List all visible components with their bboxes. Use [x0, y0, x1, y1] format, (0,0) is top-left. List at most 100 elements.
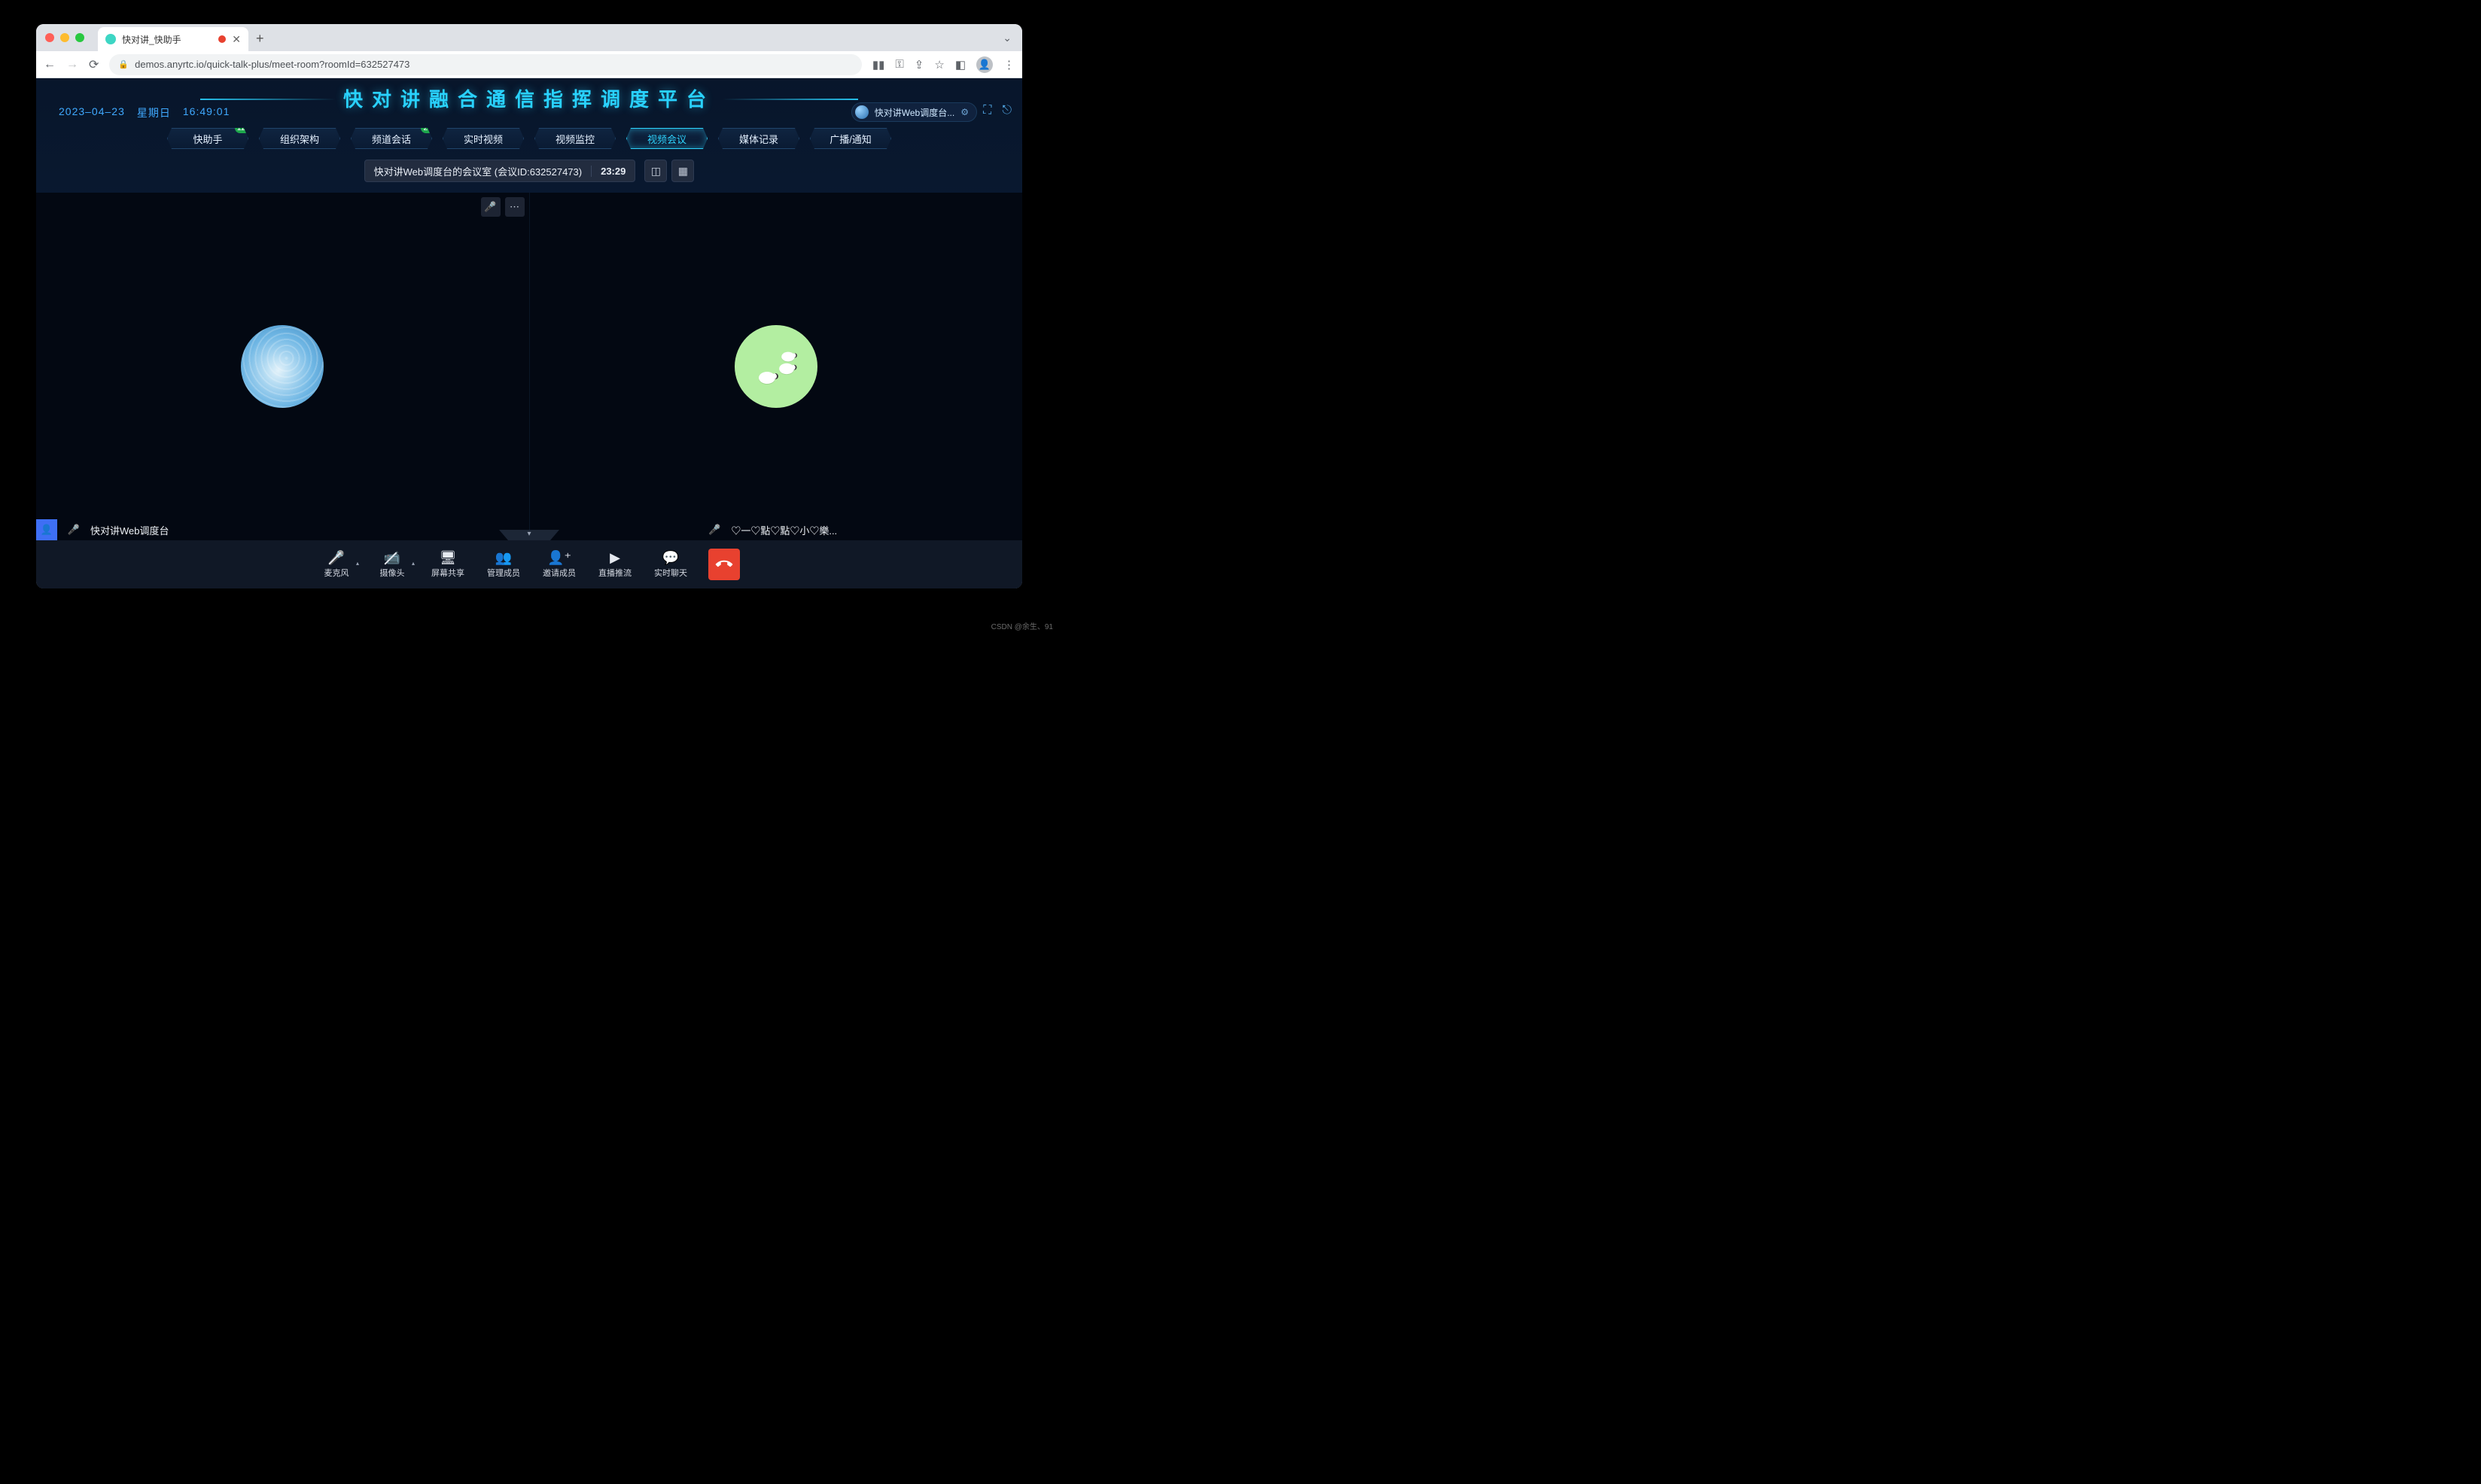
app-header: 2023–04–23 星期日 16:49:01 快对讲融合通信指挥调度平台 快对… — [36, 78, 1022, 149]
control-label: 邀请成员 — [543, 567, 576, 579]
layout-sidebar-icon[interactable]: ◫ — [644, 160, 667, 182]
nav-tab-channel[interactable]: 频道会话 27 — [351, 128, 432, 149]
video-cell-self[interactable]: 🎤 ⋯ 👤 🎤 快对讲Web调度台 — [36, 193, 529, 540]
banner-title: 快对讲融合通信指挥调度平台 — [343, 84, 715, 112]
nav-label: 组织架构 — [280, 132, 319, 146]
browser-toolbar: ← → ⟳ 🔒 demos.anyrtc.io/quick-talk-plus/… — [36, 51, 1022, 78]
participant-avatar — [241, 325, 324, 408]
camera-off-icon: 📹 — [384, 551, 400, 564]
cell-mic-icon[interactable]: 🎤 — [481, 197, 501, 217]
side-panel-icon[interactable]: ◧ — [955, 58, 966, 71]
cell-controls: 🎤 ⋯ — [481, 197, 525, 217]
live-stream-button[interactable]: ▶ 直播推流 — [597, 551, 633, 579]
tab-title: 快对讲_快助手 — [122, 33, 181, 46]
bookmark-star-icon[interactable]: ☆ — [934, 58, 944, 71]
control-label: 麦克风 — [324, 567, 349, 579]
chat-icon: 💬 — [662, 551, 679, 564]
badge: 111 — [235, 123, 251, 133]
header-icons: ⛶ ⎋ — [983, 104, 1012, 117]
participant-name: ♡一♡點♡點♡小♡樂... — [731, 523, 837, 537]
room-info: 快对讲Web调度台的会议室 (会议ID:632527473) 23:29 — [364, 160, 636, 182]
mic-icon: 🎤 — [63, 519, 84, 540]
video-cell-peer[interactable]: 🎤 ♡一♡點♡點♡小♡樂... — [529, 193, 1023, 540]
forward-button[interactable]: → — [66, 58, 78, 71]
watermark: CSDN @余生、91 — [991, 620, 1053, 631]
layout-grid-icon[interactable]: ▦ — [671, 160, 694, 182]
logout-icon[interactable]: ⎋ — [1002, 104, 1012, 117]
control-label: 摄像头 — [380, 567, 405, 579]
nav-label: 快助手 — [193, 132, 222, 146]
toolbar-icons: ▮▮ ⚿ ⇪ ☆ ◧ 👤 ⋮ — [872, 56, 1015, 73]
room-info-bar: 快对讲Web调度台的会议室 (会议ID:632527473) 23:29 ◫ ▦ — [36, 149, 1022, 193]
control-label: 管理成员 — [487, 567, 520, 579]
chevron-up-icon[interactable]: ▴ — [356, 560, 359, 567]
user-chip[interactable]: 快对讲Web调度台... ⚙ — [851, 102, 977, 122]
chat-button[interactable]: 💬 实时聊天 — [653, 551, 689, 579]
room-name: 快对讲Web调度台的会议室 (会议ID:632527473) — [365, 164, 591, 178]
video-grid: 🎤 ⋯ 👤 🎤 快对讲Web调度台 🎤 ♡一♡點♡點♡小♡樂... — [36, 193, 1022, 540]
screen-share-button[interactable]: 🖥 屏幕共享 — [430, 551, 466, 579]
password-key-icon[interactable]: ⚿ — [895, 58, 903, 71]
phone-hangup-icon — [712, 552, 735, 576]
chevron-up-icon[interactable]: ▴ — [412, 560, 415, 567]
hangup-button[interactable] — [708, 549, 740, 580]
share-icon[interactable]: ⇪ — [915, 58, 924, 71]
url-text: demos.anyrtc.io/quick-talk-plus/meet-roo… — [135, 59, 409, 70]
camera-permission-icon[interactable]: ▮▮ — [872, 58, 885, 71]
date-text: 2023–04–23 — [59, 105, 125, 120]
invite-members-button[interactable]: 👤⁺ 邀请成员 — [541, 551, 577, 579]
browser-tabbar: 快对讲_快助手 ✕ + ⌄ — [36, 24, 1022, 51]
nav-tab-meeting[interactable]: 视频会议 — [626, 128, 708, 149]
nav-label: 媒体记录 — [739, 132, 778, 146]
nav-tab-media[interactable]: 媒体记录 — [718, 128, 799, 149]
user-chip-avatar — [855, 105, 869, 119]
lock-icon: 🔒 — [118, 59, 129, 69]
url-bar[interactable]: 🔒 demos.anyrtc.io/quick-talk-plus/meet-r… — [109, 54, 861, 75]
nav-tab-org[interactable]: 组织架构 — [259, 128, 340, 149]
nav-tab-monitor[interactable]: 视频监控 — [534, 128, 616, 149]
control-label: 直播推流 — [598, 567, 632, 579]
participant-name: 快对讲Web调度台 — [90, 523, 169, 537]
weekday-text: 星期日 — [137, 105, 171, 120]
nav-tab-assistant[interactable]: 快助手 111 — [167, 128, 248, 149]
window-controls — [45, 24, 84, 51]
mic-toggle-button[interactable]: 🎤 ▴ 麦克风 — [318, 551, 355, 579]
nav-label: 视频会议 — [647, 132, 686, 146]
screen-share-icon: 🖥 — [440, 551, 457, 564]
reload-button[interactable]: ⟳ — [89, 57, 99, 72]
user-chip-label: 快对讲Web调度台... — [875, 106, 954, 119]
app-content: 2023–04–23 星期日 16:49:01 快对讲融合通信指挥调度平台 快对… — [36, 78, 1022, 588]
favicon — [105, 34, 116, 44]
profile-avatar-icon[interactable]: 👤 — [976, 56, 993, 73]
new-tab-button[interactable]: + — [256, 31, 264, 47]
nav-tab-broadcast[interactable]: 广播/通知 — [810, 128, 891, 149]
participant-namebar: 👤 🎤 快对讲Web调度台 — [36, 519, 180, 540]
close-tab-button[interactable]: ✕ — [232, 33, 241, 46]
stream-icon: ▶ — [610, 551, 620, 564]
back-button[interactable]: ← — [44, 58, 56, 71]
self-user-icon: 👤 — [36, 519, 57, 540]
add-user-icon: 👤⁺ — [547, 551, 571, 564]
manage-members-button[interactable]: 👥 管理成员 — [486, 551, 522, 579]
participant-avatar — [735, 325, 817, 408]
control-bar: 🎤 ▴ 麦克风 📹 ▴ 摄像头 🖥 屏幕共享 👥 管理成员 👤⁺ 邀请成员 — [36, 540, 1022, 588]
cell-more-icon[interactable]: ⋯ — [505, 197, 525, 217]
browser-window: 快对讲_快助手 ✕ + ⌄ ← → ⟳ 🔒 demos.anyrtc.io/qu… — [36, 24, 1022, 588]
menu-dots-icon[interactable]: ⋮ — [1003, 58, 1015, 71]
control-label: 实时聊天 — [654, 567, 687, 579]
nav-tabs: 快助手 111 组织架构 频道会话 27 实时视频 视频监控 视频会议 — [36, 128, 1022, 149]
badge: 27 — [421, 123, 434, 133]
nav-tab-rtvideo[interactable]: 实时视频 — [443, 128, 524, 149]
maximize-window-button[interactable] — [75, 33, 84, 42]
fullscreen-icon[interactable]: ⛶ — [983, 104, 991, 117]
tabs-dropdown-icon[interactable]: ⌄ — [1003, 32, 1012, 44]
close-window-button[interactable] — [45, 33, 54, 42]
camera-toggle-button[interactable]: 📹 ▴ 摄像头 — [374, 551, 410, 579]
collapse-controlbar-button[interactable]: ▾ — [499, 530, 559, 540]
minimize-window-button[interactable] — [60, 33, 69, 42]
nav-label: 广播/通知 — [830, 132, 872, 146]
room-timer: 23:29 — [591, 166, 635, 177]
time-text: 16:49:01 — [183, 105, 230, 120]
browser-tab[interactable]: 快对讲_快助手 ✕ — [98, 27, 248, 51]
settings-gear-icon[interactable]: ⚙ — [960, 107, 969, 117]
